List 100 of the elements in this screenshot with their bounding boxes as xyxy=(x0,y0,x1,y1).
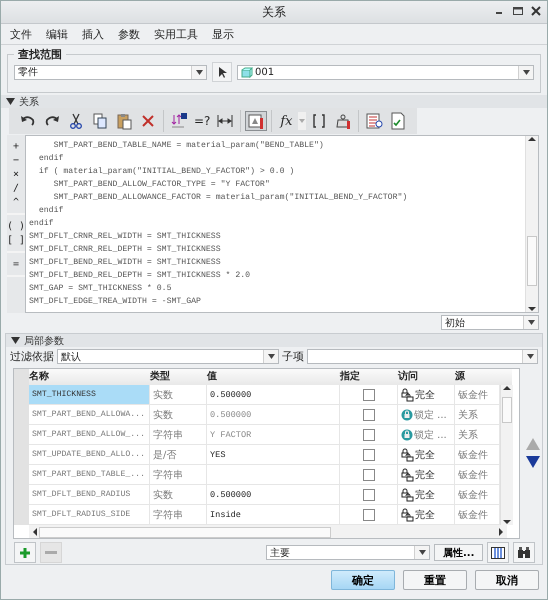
expand-toggle-icon[interactable] xyxy=(6,97,15,106)
window-title: 关系 xyxy=(262,4,286,20)
column-header[interactable]: 访问 xyxy=(398,369,455,385)
filter-dropdown[interactable]: 默认 xyxy=(57,349,279,364)
table-cell: 钣金件 xyxy=(455,485,500,505)
scroll-thumb[interactable] xyxy=(502,397,512,423)
columns-icon xyxy=(491,546,506,558)
operator-button[interactable]: ^ xyxy=(7,195,25,209)
units-button[interactable] xyxy=(245,111,268,131)
model-name: 001 xyxy=(255,66,274,78)
cube-icon xyxy=(241,66,253,78)
operator-button[interactable]: = xyxy=(7,257,25,271)
parameter-name[interactable]: SMT_PART_BEND_ALLOW_... xyxy=(29,425,150,445)
dialog-button[interactable]: 取消 xyxy=(475,570,539,590)
parameter-name[interactable]: SMT_PART_BEND_ALLOWA... xyxy=(29,405,150,425)
menu-item[interactable]: 编辑 xyxy=(46,26,68,42)
view-dropdown[interactable]: 主要 xyxy=(266,545,430,560)
code-line: SMT_DFLT_BEND_REL_DEPTH = SMT_THICKNESS * 2.0 xyxy=(29,270,252,282)
dialog-button[interactable]: 确定 xyxy=(331,570,395,590)
value-cell[interactable] xyxy=(207,465,340,485)
scissors-icon xyxy=(67,112,85,130)
table-cell: 钣金件 xyxy=(455,445,500,465)
properties-button[interactable]: 属性... xyxy=(434,544,484,561)
code-line: SMT_DFLT_EDGE_TREA_WIDTH = -SMT_GAP xyxy=(29,296,202,308)
operator-button[interactable]: + xyxy=(7,139,25,153)
operator-button[interactable]: / xyxy=(7,181,25,195)
column-header[interactable]: 类型 xyxy=(150,369,207,385)
column-header[interactable]: 值 xyxy=(207,369,340,385)
value-cell[interactable]: Y FACTOR xyxy=(207,425,340,445)
code-line: SMT_DFLT_CRNR_REL_DEPTH = SMT_THICKNESS xyxy=(29,244,222,256)
horizontal-scrollbar[interactable] xyxy=(29,525,507,538)
editor-scrollbar[interactable] xyxy=(525,136,538,312)
operator-button[interactable]: ( ) xyxy=(7,219,25,233)
value-cell[interactable]: 0.500000 xyxy=(207,385,340,405)
code-line: if ( material_param("INITIAL_BEND_Y_FACTOR") > 0.0 ) xyxy=(38,166,296,178)
filter-label: 过滤依据 xyxy=(10,349,54,364)
relations-editor[interactable] xyxy=(25,135,539,313)
parameter-name[interactable]: SMT_UPDATE_BEND_ALLO... xyxy=(29,445,150,465)
list-icon xyxy=(365,112,384,130)
code-line: SMT_PART_BEND_TABLE_NAME = material_param("BEND_TABLE") xyxy=(52,140,325,152)
select-button[interactable] xyxy=(212,62,232,82)
expand-toggle-icon[interactable] xyxy=(11,336,20,345)
menu-item[interactable]: 参数 xyxy=(118,26,140,42)
menu-item[interactable]: 显示 xyxy=(212,26,234,42)
plus-icon xyxy=(19,546,31,558)
verify-button[interactable]: =? xyxy=(192,111,212,131)
value-cell[interactable]: YES xyxy=(207,445,340,465)
dialog-button[interactable]: 重置 xyxy=(403,570,467,590)
caret-icon xyxy=(196,70,202,74)
table-scrollbar[interactable] xyxy=(500,385,513,525)
code-line: SMT_PART_BEND_ALLOW_FACTOR_TYPE = "Y FACTOR" xyxy=(52,179,271,191)
checkbox[interactable] xyxy=(362,468,374,480)
parameter-name[interactable]: SMT_PART_BEND_TABLE_... xyxy=(29,465,150,485)
checkbox[interactable] xyxy=(362,408,374,420)
units-icon xyxy=(247,112,266,130)
column-header[interactable]: 指定 xyxy=(340,369,398,385)
move-down-icon[interactable] xyxy=(526,456,540,468)
value-cell[interactable]: 0.500000 xyxy=(207,405,340,425)
close-icon[interactable] xyxy=(531,6,541,16)
value-cell[interactable]: 0.500000 xyxy=(207,485,340,505)
access-text: 锁定 ... xyxy=(414,408,447,422)
maximize-icon[interactable] xyxy=(513,6,523,16)
function-button[interactable]: fx xyxy=(276,111,296,131)
table-cell: 实数 xyxy=(150,485,207,505)
columns-button[interactable] xyxy=(487,542,510,563)
operator-button[interactable]: [ ] xyxy=(7,233,25,247)
search-button[interactable] xyxy=(513,542,536,563)
scroll-down-icon[interactable] xyxy=(503,519,511,525)
scroll-thumb[interactable] xyxy=(39,527,331,538)
checkbox[interactable] xyxy=(362,488,374,500)
mode-dropdown[interactable]: 初始 xyxy=(441,315,539,330)
menu-item[interactable]: 文件 xyxy=(10,26,32,42)
code-line: SMT_GAP = SMT_THICKNESS * 0.5 xyxy=(29,283,172,295)
model-dropdown[interactable]: 001 xyxy=(237,64,534,80)
menu-item[interactable]: 实用工具 xyxy=(154,26,198,42)
column-header[interactable]: 源 xyxy=(455,369,500,385)
checkbox[interactable] xyxy=(362,448,374,460)
parameter-name[interactable]: SMT_DFLT_BEND_RADIUS xyxy=(29,485,150,505)
column-header[interactable]: 名称 xyxy=(29,369,150,385)
scroll-up-icon[interactable] xyxy=(528,136,536,142)
scroll-thumb[interactable] xyxy=(527,236,537,286)
code-line: endif xyxy=(29,218,55,230)
scroll-right-icon[interactable] xyxy=(498,528,504,536)
caret-icon xyxy=(299,119,306,123)
menu-item[interactable]: 插入 xyxy=(82,26,104,42)
document-tick-icon xyxy=(389,112,408,130)
scroll-down-icon[interactable] xyxy=(528,306,536,312)
operator-button[interactable]: × xyxy=(7,167,25,181)
access-text: 完全 xyxy=(415,468,435,482)
parameter-name[interactable]: SMT_THICKNESS xyxy=(29,385,150,405)
checkbox[interactable] xyxy=(362,428,374,440)
dimension-icon xyxy=(216,112,234,130)
code-line: SMT_PART_BEND_ALLOWANCE_FACTOR = material_param("INITIAL_BEND_Y_FACTOR") xyxy=(52,192,408,204)
checkbox[interactable] xyxy=(362,388,374,400)
type-dropdown[interactable]: 零件 xyxy=(14,64,207,80)
group-title: 查找范围 xyxy=(17,47,63,62)
operator-button[interactable]: − xyxy=(7,153,25,167)
caret-icon xyxy=(268,354,274,359)
add-button[interactable] xyxy=(14,542,36,563)
checkbox[interactable] xyxy=(362,508,374,520)
